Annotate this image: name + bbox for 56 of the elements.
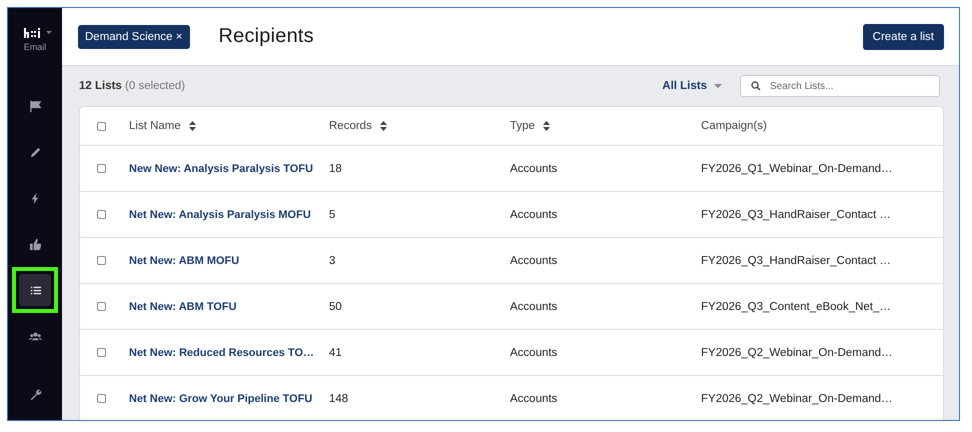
table-cell: Accounts — [510, 254, 558, 266]
table-cell: 41 — [329, 346, 342, 358]
table-cell: FY2026_Q2_Webinar_On-Demand… — [701, 392, 893, 404]
table-cell: FY2026_Q3_Content_eBook_Net_… — [701, 300, 891, 312]
search-box[interactable]: Search Lists... — [740, 75, 940, 97]
column-header[interactable]: List Name — [129, 120, 181, 132]
search-field[interactable]: Search Lists... — [770, 80, 929, 92]
sort-icon[interactable] — [542, 121, 550, 131]
nav-item[interactable] — [19, 274, 51, 306]
row-checkbox[interactable] — [97, 394, 106, 403]
table-cell: 5 — [329, 208, 336, 220]
table-cell: Accounts — [510, 392, 558, 404]
table-cell: 3 — [329, 254, 336, 266]
row-checkbox[interactable] — [97, 210, 106, 219]
list-name-link[interactable]: Net New: Reduced Resources TO… — [129, 346, 314, 358]
list-name-link[interactable]: Net New: ABM MOFU — [129, 254, 240, 266]
column-header: Campaign(s) — [701, 120, 767, 132]
table-cell: FY2026_Q3_HandRaiser_Contact … — [701, 208, 891, 220]
app-label: Email — [24, 42, 46, 52]
caret-icon[interactable] — [46, 31, 52, 35]
pencil-icon — [28, 146, 42, 158]
row-checkbox[interactable] — [97, 302, 106, 311]
table-cell: FY2026_Q3_HandRaiser_Contact … — [701, 254, 891, 266]
row-checkbox[interactable] — [97, 256, 106, 265]
people-icon — [28, 330, 42, 342]
table-cell: 18 — [329, 162, 342, 174]
list-name-link[interactable]: New New: Analysis Paralysis TOFU — [129, 162, 314, 174]
row-checkbox[interactable] — [97, 164, 106, 173]
list-name-link[interactable]: Net New: Grow Your Pipeline TOFU — [129, 392, 312, 404]
flag-icon — [28, 100, 42, 112]
table-cell: Accounts — [510, 208, 558, 220]
thumbs-icon — [28, 238, 42, 250]
list-name-link[interactable]: Net New: Analysis Paralysis MOFU — [129, 208, 311, 220]
logo-icon[interactable] — [24, 28, 42, 38]
page-title: Recipients — [218, 25, 314, 48]
all-lists-dropdown[interactable]: All Lists — [662, 80, 722, 92]
caret-icon — [714, 84, 722, 88]
search-icon — [751, 81, 761, 91]
row-checkbox[interactable] — [97, 348, 106, 357]
wrench-icon — [28, 388, 42, 400]
table-cell: Accounts — [510, 162, 558, 174]
column-header[interactable]: Records — [329, 120, 372, 132]
table-cell: FY2026_Q2_Webinar_On-Demand… — [701, 346, 893, 358]
list-name-link[interactable]: Net New: ABM TOFU — [129, 300, 237, 312]
table-cell: 148 — [329, 392, 348, 404]
create-list-button[interactable]: Create a list — [862, 24, 944, 50]
sort-icon[interactable] — [188, 121, 196, 131]
table-cell: 50 — [329, 300, 342, 312]
select-all-checkbox[interactable] — [97, 122, 106, 130]
list-count: 12 Lists (0 selected) — [79, 80, 186, 92]
table-cell: FY2026_Q1_Webinar_On-Demand… — [701, 162, 893, 174]
column-header[interactable]: Type — [510, 120, 535, 132]
table-cell: Accounts — [510, 300, 558, 312]
filter-chip[interactable]: Demand Science × — [78, 24, 190, 48]
sort-icon[interactable] — [380, 121, 387, 131]
table-cell: Accounts — [510, 346, 558, 358]
